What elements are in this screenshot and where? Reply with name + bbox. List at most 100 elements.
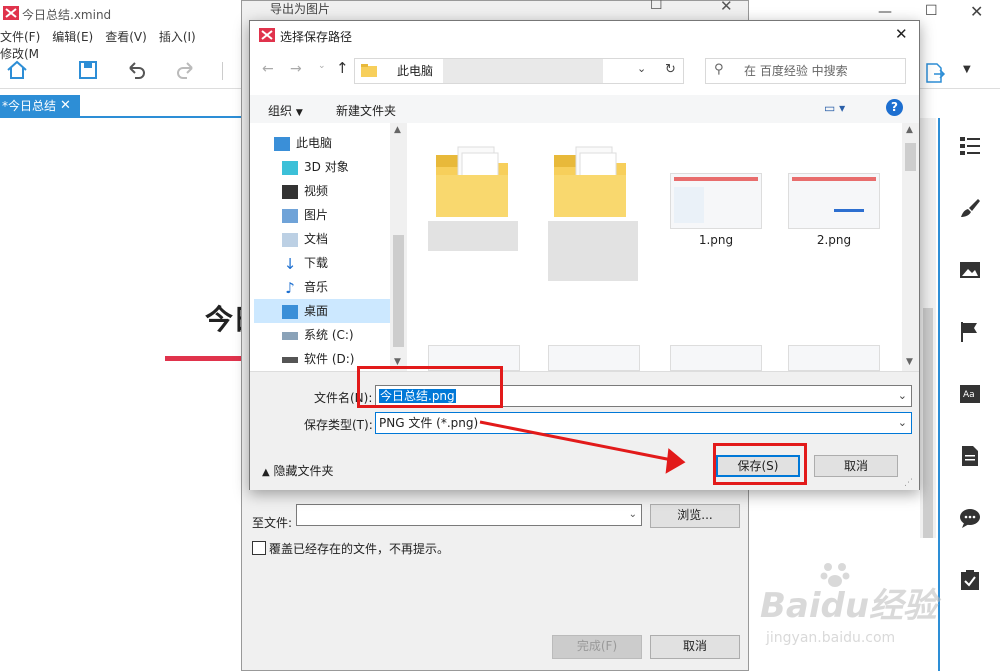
hide-folders-toggle[interactable]: ▲ 隐藏文件夹 bbox=[262, 462, 334, 479]
recent-dropdown-icon[interactable]: ⌄ bbox=[318, 61, 326, 71]
maximize-icon[interactable]: ☐ bbox=[925, 3, 938, 19]
chevron-down-icon: ▼ bbox=[295, 108, 303, 118]
computer-icon bbox=[274, 136, 290, 151]
dropdown-arrow-icon: ⌄ bbox=[628, 509, 637, 520]
export-maximize-icon[interactable]: ☐ bbox=[650, 0, 663, 13]
download-icon: ↓ bbox=[283, 254, 297, 273]
video-icon bbox=[282, 184, 298, 199]
text-style-icon[interactable]: Aa bbox=[958, 382, 982, 406]
folder-item[interactable] bbox=[540, 141, 640, 281]
document-icon bbox=[282, 232, 298, 247]
export-dialog-title: 导出为图片 bbox=[270, 2, 331, 16]
save-dialog-titlebar: 选择保存路径 ✕ bbox=[250, 21, 919, 51]
overwrite-checkbox[interactable] bbox=[252, 541, 266, 555]
annotation-box-save bbox=[713, 443, 807, 485]
folder-icon bbox=[436, 146, 508, 217]
image-thumbnail[interactable] bbox=[548, 345, 640, 371]
nav-item-desktop[interactable]: 桌面 bbox=[254, 299, 394, 323]
desktop-icon bbox=[282, 304, 298, 319]
notes-icon[interactable] bbox=[958, 444, 982, 468]
image-icon[interactable] bbox=[958, 258, 982, 282]
export-close-icon[interactable]: ✕ bbox=[720, 0, 733, 15]
nav-label: 软件 (D:) bbox=[304, 352, 355, 366]
filetype-value: PNG 文件 (*.png) bbox=[379, 416, 479, 430]
menu-insert[interactable]: 插入(I) bbox=[159, 28, 196, 45]
finish-button[interactable]: 完成(F) bbox=[552, 635, 642, 659]
xmind-logo-icon bbox=[259, 28, 275, 42]
search-placeholder: 在 百度经验 中搜索 bbox=[744, 64, 848, 78]
brush-icon[interactable] bbox=[958, 196, 982, 220]
nav-scrollbar[interactable]: ▲ ▼ bbox=[390, 123, 407, 371]
minimize-icon[interactable]: — bbox=[878, 4, 892, 20]
app-toolbar bbox=[0, 52, 250, 92]
dialog-close-icon[interactable]: ✕ bbox=[895, 25, 908, 43]
xmind-logo-icon bbox=[3, 6, 19, 20]
view-options-icon[interactable]: ▭ ▾ bbox=[824, 101, 845, 115]
command-bar: 组织 ▼ 新建文件夹 ▭ ▾ ? bbox=[250, 95, 919, 123]
document-tab[interactable]: *今日总结 ✕ bbox=[0, 95, 80, 117]
nav-label: 下载 bbox=[304, 256, 329, 270]
forward-icon[interactable]: → bbox=[290, 61, 302, 77]
topic-underline bbox=[165, 356, 250, 361]
files-scrollbar[interactable]: ▲ ▼ bbox=[902, 123, 919, 371]
help-icon[interactable]: ? bbox=[886, 99, 903, 116]
cube-icon bbox=[282, 160, 298, 175]
image-thumbnail[interactable] bbox=[788, 345, 880, 371]
close-tab-icon[interactable]: ✕ bbox=[60, 95, 71, 117]
menu-file[interactable]: 文件(F) bbox=[0, 28, 40, 45]
app-title: 今日总结.xmind bbox=[22, 8, 112, 22]
address-input[interactable]: 此电脑 ⌄ ↻ bbox=[354, 58, 684, 84]
menu-view[interactable]: 查看(V) bbox=[105, 28, 147, 45]
music-icon: ♪ bbox=[285, 278, 295, 297]
folder-item[interactable] bbox=[422, 141, 522, 251]
to-file-input[interactable]: ⌄ bbox=[296, 504, 642, 526]
refresh-icon[interactable]: ↻ bbox=[665, 60, 676, 80]
menu-edit[interactable]: 编辑(E) bbox=[52, 28, 93, 45]
to-file-label: 至文件: bbox=[252, 516, 293, 530]
nav-label: 此电脑 bbox=[296, 136, 333, 150]
new-folder-button[interactable]: 新建文件夹 bbox=[336, 102, 396, 119]
save-icon[interactable] bbox=[78, 60, 98, 80]
home-icon[interactable] bbox=[6, 60, 28, 80]
chevron-down-icon: ⌄ bbox=[897, 416, 907, 429]
watermark-url: jingyan.baidu.com bbox=[766, 630, 896, 646]
annotation-arrow bbox=[479, 420, 686, 474]
chevron-down-icon[interactable]: ▼ bbox=[963, 64, 971, 75]
export-icon[interactable] bbox=[924, 62, 946, 84]
folder-icon bbox=[554, 146, 626, 217]
nav-label: 文档 bbox=[304, 232, 329, 246]
outline-icon[interactable] bbox=[958, 134, 982, 158]
picture-icon bbox=[282, 208, 298, 223]
nav-item-this-pc[interactable]: 此电脑 bbox=[274, 131, 404, 155]
drive-icon bbox=[282, 331, 298, 340]
search-input[interactable]: ⚲ 在 百度经验 中搜索 bbox=[705, 58, 906, 84]
browse-button[interactable]: 浏览... bbox=[650, 504, 740, 528]
flag-icon[interactable] bbox=[958, 320, 982, 344]
redo-icon[interactable] bbox=[176, 60, 196, 80]
canvas-scrollbar[interactable] bbox=[920, 118, 936, 538]
file-name: 1.png bbox=[698, 233, 734, 247]
svg-text:Aa: Aa bbox=[963, 390, 975, 400]
tab-label: *今日总结 bbox=[2, 99, 57, 113]
chevron-down-icon: ⌄ bbox=[897, 389, 907, 402]
comment-icon[interactable] bbox=[958, 506, 982, 530]
address-dropdown-icon[interactable]: ⌄ bbox=[637, 59, 646, 79]
up-icon[interactable]: ↑ bbox=[336, 59, 349, 77]
folder-icon bbox=[361, 64, 377, 77]
file-name: 2.png bbox=[816, 233, 852, 247]
image-thumbnail[interactable] bbox=[670, 345, 762, 371]
export-cancel-button[interactable]: 取消 bbox=[650, 635, 740, 659]
navigation-pane: 此电脑 3D 对象 视频 图片 文档 ↓ 下载 ♪ 音乐 桌面 系统 (C:) 软件… bbox=[250, 123, 409, 371]
organize-label: 组织 bbox=[268, 104, 293, 118]
undo-icon[interactable] bbox=[126, 60, 146, 80]
nav-label: 图片 bbox=[304, 208, 329, 222]
back-icon[interactable]: ← bbox=[262, 61, 274, 77]
cancel-button[interactable]: 取消 bbox=[814, 455, 898, 477]
address-bar: ← → ⌄ ↑ 此电脑 ⌄ ↻ ⚲ 在 百度经验 中搜索 bbox=[250, 51, 919, 91]
nav-label: 3D 对象 bbox=[304, 160, 349, 174]
nav-label: 视频 bbox=[304, 184, 329, 198]
organize-button[interactable]: 组织 ▼ bbox=[268, 102, 303, 119]
resize-grip-icon[interactable]: ⋰ bbox=[904, 478, 913, 488]
close-icon[interactable]: ✕ bbox=[970, 2, 983, 21]
nav-label: 音乐 bbox=[304, 280, 329, 294]
